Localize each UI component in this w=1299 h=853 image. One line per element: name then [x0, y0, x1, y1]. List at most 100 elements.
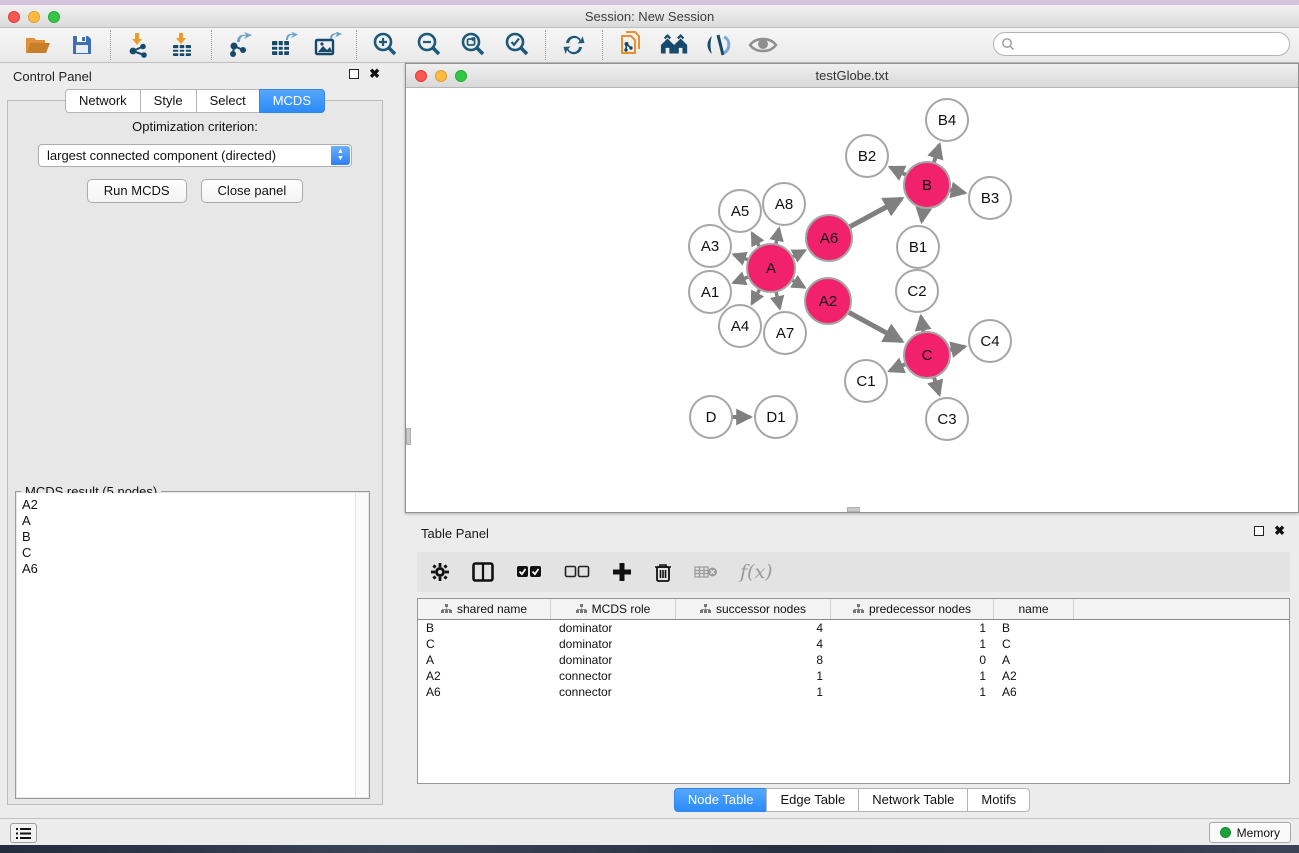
canvas-hscroll-thumb[interactable]	[847, 507, 860, 512]
gear-icon[interactable]	[430, 562, 450, 582]
table-cell[interactable]: 8	[676, 652, 831, 668]
zoom-fit-icon[interactable]	[458, 31, 488, 59]
tab-edge-table[interactable]: Edge Table	[766, 788, 859, 812]
canvas-vscroll-thumb[interactable]	[406, 428, 411, 445]
graph-edge-A-A8[interactable]	[776, 229, 779, 245]
column-header[interactable]: successor nodes	[676, 599, 831, 619]
table-cell[interactable]: A6	[418, 684, 551, 700]
result-item[interactable]: B	[22, 529, 368, 545]
column-view-icon[interactable]	[472, 562, 494, 582]
table-cell[interactable]: connector	[551, 668, 676, 684]
network-window-titlebar[interactable]: testGlobe.txt	[406, 64, 1298, 88]
table-cell[interactable]: C	[994, 636, 1074, 652]
table-row[interactable]: Cdominator41C	[418, 636, 1289, 652]
table-cell[interactable]: connector	[551, 684, 676, 700]
zoom-selected-icon[interactable]	[502, 31, 532, 59]
table-cell[interactable]: A2	[418, 668, 551, 684]
table-cell[interactable]: 1	[831, 636, 994, 652]
tab-network-table[interactable]: Network Table	[858, 788, 968, 812]
graph-edge-A2-C[interactable]	[848, 312, 901, 341]
delete-table-icon[interactable]	[694, 564, 718, 580]
tab-select[interactable]: Select	[196, 89, 260, 113]
export-network-icon[interactable]	[225, 31, 255, 59]
tab-mcds[interactable]: MCDS	[259, 89, 325, 113]
column-header[interactable]: name	[994, 599, 1074, 619]
tab-style[interactable]: Style	[140, 89, 197, 113]
show-details-eye-icon[interactable]	[748, 31, 778, 59]
graph-edge-A-A2[interactable]	[792, 280, 805, 287]
hide-details-icon[interactable]	[704, 31, 734, 59]
memory-button[interactable]: Memory	[1209, 822, 1291, 843]
graph-edge-C-C1[interactable]	[890, 364, 906, 371]
add-column-icon[interactable]	[612, 562, 632, 582]
table-cell[interactable]: 0	[831, 652, 994, 668]
table-cell[interactable]: 1	[831, 684, 994, 700]
table-row[interactable]: Adominator80A	[418, 652, 1289, 668]
graph-edge-B-B3[interactable]	[950, 190, 965, 193]
task-history-button[interactable]	[10, 823, 37, 843]
table-cell[interactable]: 4	[676, 620, 831, 636]
table-cell[interactable]: 1	[676, 684, 831, 700]
table-cell[interactable]: B	[994, 620, 1074, 636]
optimization-criterion-dropdown[interactable]: largest connected component (directed) ▲…	[38, 144, 352, 167]
search-input[interactable]	[1015, 35, 1289, 53]
select-all-icon[interactable]	[516, 565, 542, 579]
column-header[interactable]: predecessor nodes	[831, 599, 994, 619]
tab-network[interactable]: Network	[65, 89, 141, 113]
graph-edge-A-A6[interactable]	[792, 250, 805, 256]
result-item[interactable]: A	[22, 513, 368, 529]
float-panel-icon[interactable]	[349, 69, 359, 79]
table-cell[interactable]: A	[994, 652, 1074, 668]
table-cell[interactable]: 4	[676, 636, 831, 652]
graph-edge-C-C3[interactable]	[934, 377, 939, 394]
float-table-panel-icon[interactable]	[1254, 526, 1264, 536]
table-header-row[interactable]: shared nameMCDS rolesuccessor nodesprede…	[418, 599, 1289, 620]
table-cell[interactable]: 1	[831, 668, 994, 684]
search-field[interactable]	[993, 32, 1290, 56]
graph-edge-A-A5[interactable]	[752, 233, 759, 247]
first-neighbors-icon[interactable]	[660, 31, 690, 59]
close-table-panel-icon[interactable]: ✖	[1274, 526, 1285, 536]
table-cell[interactable]: 1	[831, 620, 994, 636]
delete-icon[interactable]	[654, 562, 672, 583]
table-cell[interactable]: dominator	[551, 636, 676, 652]
table-row[interactable]: A2connector11A2	[418, 668, 1289, 684]
column-header[interactable]: shared name	[418, 599, 551, 619]
import-network-icon[interactable]	[124, 31, 154, 59]
graph-edge-A6-B[interactable]	[849, 199, 901, 227]
zoom-in-icon[interactable]	[370, 31, 400, 59]
node-table[interactable]: shared nameMCDS rolesuccessor nodesprede…	[417, 598, 1290, 784]
table-cell[interactable]: A6	[994, 684, 1074, 700]
table-row[interactable]: Bdominator41B	[418, 620, 1289, 636]
import-table-icon[interactable]	[168, 31, 198, 59]
tab-motifs[interactable]: Motifs	[967, 788, 1030, 812]
table-cell[interactable]: C	[418, 636, 551, 652]
close-panel-icon[interactable]: ✖	[369, 69, 380, 79]
graph-edge-A-A3[interactable]	[734, 255, 749, 260]
function-builder-icon[interactable]: f(x)	[740, 561, 773, 583]
zoom-out-icon[interactable]	[414, 31, 444, 59]
export-image-icon[interactable]	[313, 31, 343, 59]
close-panel-button[interactable]: Close panel	[201, 179, 304, 203]
result-item[interactable]: A2	[22, 497, 368, 513]
graph-edge-B-B1[interactable]	[922, 208, 924, 222]
clone-network-icon[interactable]	[616, 31, 646, 59]
save-session-icon[interactable]	[67, 31, 97, 59]
export-table-icon[interactable]	[269, 31, 299, 59]
table-body[interactable]: Bdominator41BCdominator41CAdominator80AA…	[418, 620, 1289, 700]
network-graph[interactable]: B4B2BB3A5A8A6A3B1AA1C2A2A4A7CC4C1C3DD1	[406, 88, 1298, 512]
table-row[interactable]: A6connector11A6	[418, 684, 1289, 700]
mcds-result-list[interactable]: A2ABCA6	[17, 493, 368, 797]
graph-edge-A-A1[interactable]	[733, 277, 748, 283]
graph-edge-B-B2[interactable]	[890, 167, 906, 175]
table-cell[interactable]: A	[418, 652, 551, 668]
table-cell[interactable]: 1	[676, 668, 831, 684]
result-scrollbar[interactable]	[355, 493, 368, 797]
table-cell[interactable]: B	[418, 620, 551, 636]
run-mcds-button[interactable]: Run MCDS	[87, 179, 187, 203]
table-cell[interactable]: dominator	[551, 652, 676, 668]
refresh-icon[interactable]	[559, 31, 589, 59]
graph-edge-C-C4[interactable]	[949, 347, 964, 350]
graph-edge-C-C2[interactable]	[921, 316, 923, 332]
graph-edge-A-A4[interactable]	[752, 289, 760, 304]
